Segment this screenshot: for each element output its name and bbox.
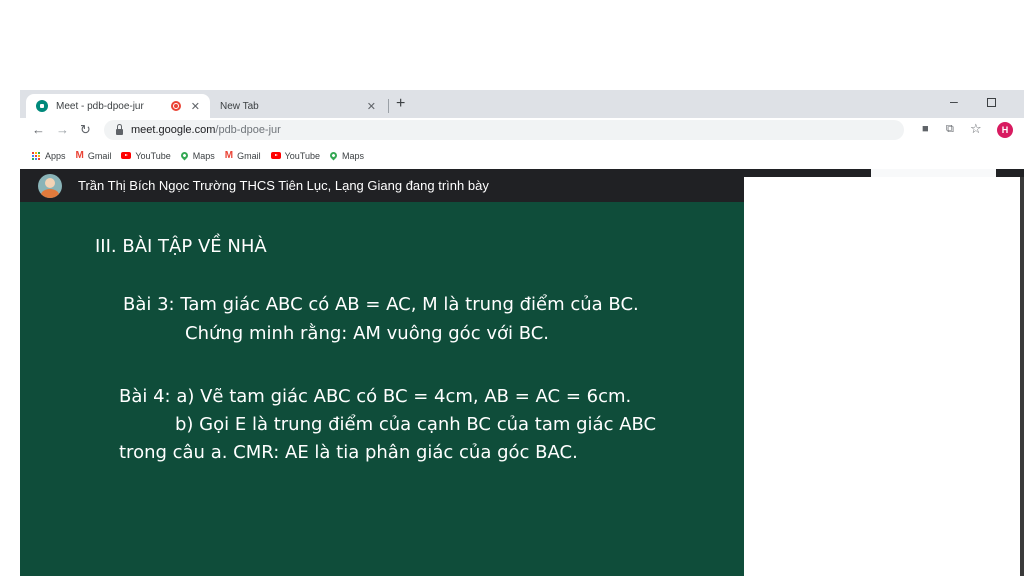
presenter-avatar bbox=[38, 173, 62, 198]
slide-heading: III. BÀI TẬP VỀ NHÀ bbox=[95, 236, 267, 257]
maps-icon bbox=[179, 150, 190, 161]
apps-icon bbox=[32, 151, 40, 160]
bookmark-youtube[interactable]: YouTube bbox=[121, 150, 171, 161]
bookmark-maps[interactable]: Maps bbox=[179, 150, 215, 161]
youtube-icon bbox=[270, 152, 281, 159]
meet-favicon-icon bbox=[36, 100, 48, 112]
bookmark-label: Maps bbox=[342, 150, 365, 161]
bookmark-label: Apps bbox=[45, 150, 66, 161]
tab-new-tab[interactable]: New Tab ✕ bbox=[210, 94, 386, 118]
url-path: /pdb-dpoe-jur bbox=[215, 124, 281, 136]
bookmark-label: YouTube bbox=[284, 150, 320, 161]
bookmark-label: Maps bbox=[192, 150, 215, 161]
youtube-icon bbox=[121, 152, 132, 159]
side-panel bbox=[744, 177, 1020, 576]
tab-divider bbox=[388, 99, 389, 113]
close-tab-icon[interactable]: ✕ bbox=[191, 100, 200, 113]
translate-icon[interactable]: ⧉ bbox=[946, 123, 954, 136]
bookmark-youtube[interactable]: YouTube bbox=[270, 150, 320, 161]
browser-toolbar: ← → ↻ meet.google.com /pdb-dpoe-jur ■ ⧉ … bbox=[20, 118, 1024, 142]
bookmark-apps[interactable]: Apps bbox=[32, 151, 66, 161]
exercise-3-line-1: Bài 3: Tam giác ABC có AB = AC, M là tru… bbox=[123, 294, 639, 315]
reload-icon[interactable]: ↻ bbox=[80, 122, 91, 138]
close-tab-icon[interactable]: ✕ bbox=[367, 100, 376, 113]
address-bar[interactable]: meet.google.com /pdb-dpoe-jur bbox=[104, 120, 904, 140]
lock-icon bbox=[116, 124, 123, 135]
exercise-4-line-3: trong câu a. CMR: AE là tia phân giác củ… bbox=[119, 442, 578, 463]
gmail-icon: M bbox=[224, 150, 234, 161]
forward-arrow-icon[interactable]: → bbox=[56, 122, 69, 137]
back-arrow-icon[interactable]: ← bbox=[32, 122, 45, 137]
exercise-4-line-2: b) Gọi E là trung điểm của cạnh BC của t… bbox=[175, 414, 657, 435]
presentation-header: Trần Thị Bích Ngọc Trường THCS Tiên Lục,… bbox=[20, 169, 744, 202]
bookmark-label: Gmail bbox=[237, 150, 261, 161]
bookmark-label: Gmail bbox=[87, 150, 112, 161]
bookmark-maps[interactable]: Maps bbox=[328, 150, 365, 161]
exercise-4-line-1: Bài 4: a) Vẽ tam giác ABC có BC = 4cm, A… bbox=[119, 386, 632, 407]
gmail-icon: M bbox=[75, 150, 84, 161]
restore-button[interactable] bbox=[987, 98, 996, 107]
tab-title: New Tab bbox=[220, 100, 259, 112]
side-panel-edge bbox=[1020, 177, 1024, 576]
camera-icon[interactable]: ■ bbox=[922, 123, 929, 135]
tab-title: Meet - pdb-dpoe-jur bbox=[56, 100, 144, 112]
tab-meet[interactable]: Meet - pdb-dpoe-jur ✕ bbox=[26, 94, 210, 118]
browser-window: Meet - pdb-dpoe-jur ✕ New Tab ✕ + – ← → … bbox=[20, 90, 1024, 576]
bookmark-gmail[interactable]: M Gmail bbox=[76, 150, 112, 161]
side-panel-topbar bbox=[871, 169, 996, 177]
tab-strip: Meet - pdb-dpoe-jur ✕ New Tab ✕ + – bbox=[20, 90, 1024, 118]
maps-icon bbox=[328, 150, 339, 161]
profile-avatar[interactable]: H bbox=[997, 122, 1013, 138]
minimize-button[interactable]: – bbox=[950, 93, 958, 109]
recording-icon bbox=[170, 101, 181, 111]
presentation-screen: III. BÀI TẬP VỀ NHÀ Bài 3: Tam giác ABC … bbox=[20, 202, 744, 576]
bookmark-star-icon[interactable]: ☆ bbox=[970, 121, 982, 137]
presenting-banner: Trần Thị Bích Ngọc Trường THCS Tiên Lục,… bbox=[78, 178, 489, 193]
bookmark-gmail[interactable]: M Gmail bbox=[225, 150, 261, 161]
bookmarks-bar: Apps M Gmail YouTube Maps M Gmail YouTub… bbox=[20, 142, 1024, 169]
url-host: meet.google.com bbox=[131, 124, 216, 136]
new-tab-button[interactable]: + bbox=[396, 95, 405, 113]
exercise-3-line-2: Chứng minh rằng: AM vuông góc với BC. bbox=[185, 323, 550, 344]
bookmark-label: YouTube bbox=[135, 150, 171, 161]
